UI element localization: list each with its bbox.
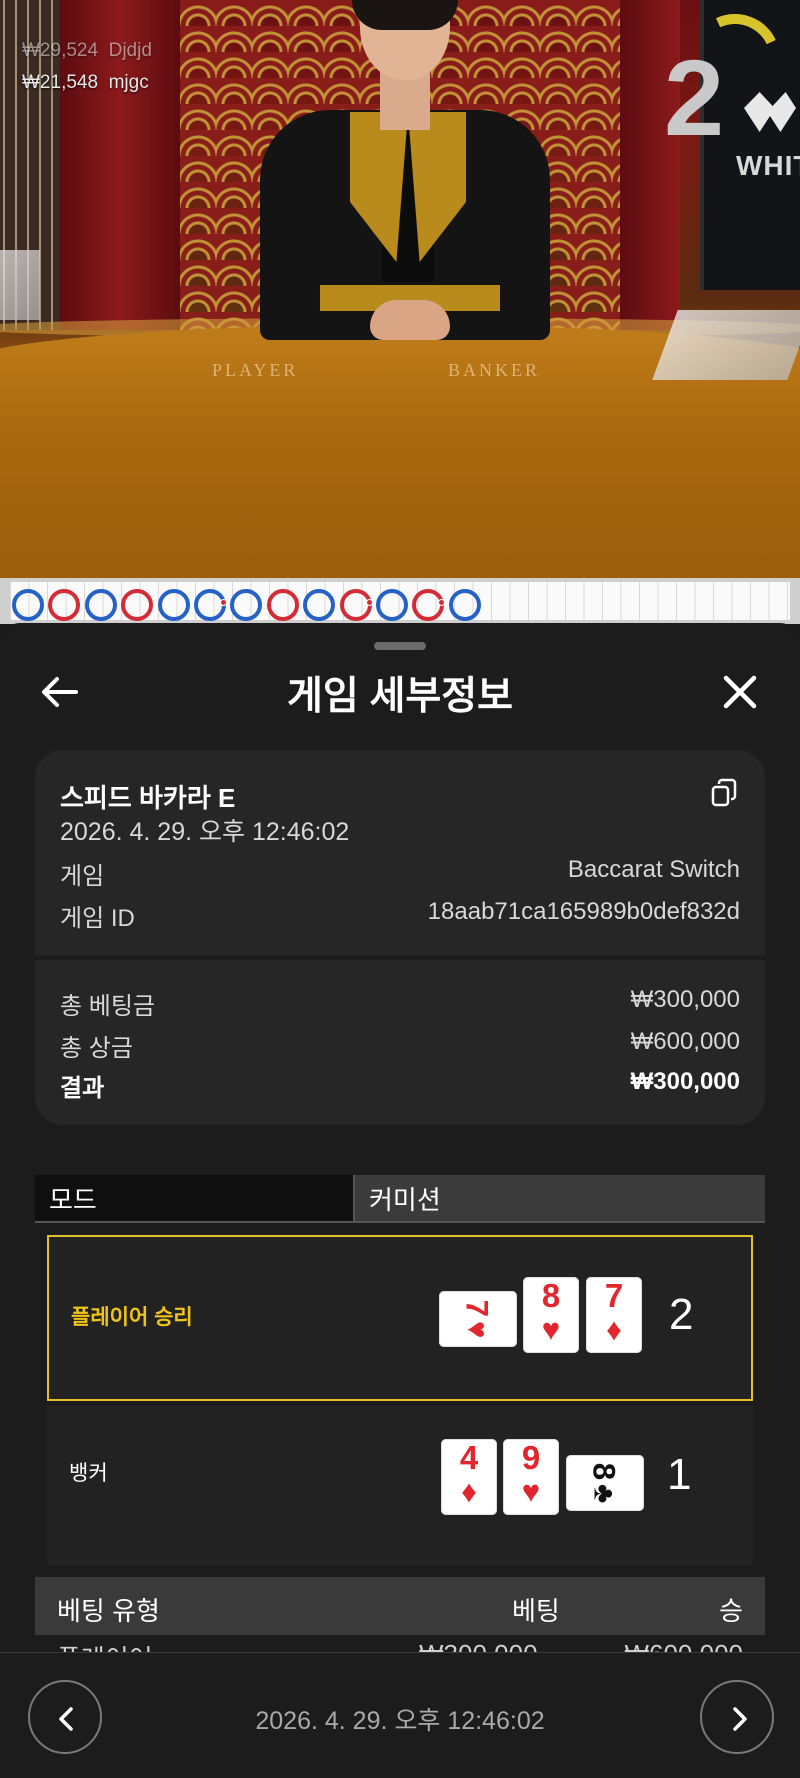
countdown-number: 2 — [664, 37, 725, 158]
card-rank: 9 — [521, 1439, 541, 1476]
copy-button[interactable] — [710, 778, 738, 808]
dealer — [260, 0, 550, 340]
pair-dot — [220, 599, 227, 606]
player-amount: ₩21,548 — [22, 72, 99, 93]
playing-card: 8 ♥ — [523, 1277, 579, 1353]
card-suit: ♦ — [606, 1312, 622, 1347]
discard-tray — [0, 250, 40, 320]
total-bet-value: ₩300,000 — [630, 986, 740, 1013]
game-type-label: 게임 — [60, 863, 105, 890]
pair-dot — [365, 599, 373, 606]
bead-result — [121, 589, 154, 621]
next-game-button[interactable] — [700, 1680, 774, 1754]
player-hand: 플레이어 승리 7 ♥ 8 ♥ 7 ♦ 2 — [47, 1235, 753, 1401]
player-score: 2 — [669, 1290, 694, 1339]
page-title: 게임 세부정보 — [286, 675, 514, 718]
chevron-right-icon — [733, 1707, 747, 1731]
player-hand-label: 플레이어 승리 — [71, 1306, 193, 1329]
total-payout-label: 총 상금 — [60, 1035, 133, 1062]
playing-card: 7 ♦ — [586, 1277, 642, 1353]
bead-result — [194, 589, 227, 621]
bead-result — [157, 589, 190, 621]
card-rank: 4 — [459, 1439, 479, 1476]
playing-card: 8 ♣ — [566, 1455, 644, 1511]
playing-card: 7 ♥ — [439, 1291, 517, 1347]
bead-result — [84, 589, 117, 621]
card-rank: 8 — [587, 1462, 623, 1481]
bead-result — [303, 589, 336, 621]
game-name: 스피드 바카라 E — [60, 783, 236, 813]
copy-icon — [711, 778, 737, 807]
close-icon — [723, 675, 757, 709]
game-info-card: 스피드 바카라 E 2026. 4. 29. 오후 12:46:02 게임 Ba… — [35, 750, 765, 955]
totals-card: 총 베팅금 ₩300,000 총 상금 ₩600,000 결과 ₩300,000 — [35, 960, 765, 1125]
table-label-banker: BANKER — [448, 360, 541, 380]
card-shoe — [652, 310, 800, 380]
bets-table-header: 베팅 유형 베팅 승 — [35, 1577, 765, 1635]
player-amount: ₩29,524 — [22, 40, 99, 61]
bead-result — [448, 589, 481, 621]
table-label-player: PLAYER — [212, 360, 299, 380]
result-label: 결과 — [60, 1075, 105, 1102]
total-bet-label: 총 베팅금 — [60, 993, 155, 1020]
playing-card: 4 ♦ — [441, 1439, 497, 1515]
banker-hand-label: 뱅커 — [69, 1462, 108, 1485]
header-bet: 베팅 — [512, 1596, 560, 1626]
tab-mode[interactable]: 모드 — [35, 1175, 353, 1221]
game-type-value: Baccarat Switch — [567, 856, 740, 883]
card-suit: ♥ — [541, 1312, 561, 1347]
bead-result — [339, 589, 373, 621]
bead-result — [376, 589, 408, 621]
total-payout-value: ₩600,000 — [630, 1028, 740, 1055]
playing-card: 9 ♥ — [503, 1439, 559, 1515]
bead-result — [266, 589, 299, 621]
header-bet-type: 베팅 유형 — [57, 1596, 160, 1626]
live-video-feed: WHIT 2 PLAYER BANKER ₩29,524 Djdjd ₩21,5… — [0, 0, 800, 578]
card-suit: ♦ — [461, 1474, 477, 1509]
card-rank: 7 — [604, 1277, 624, 1314]
player-name: mjgc — [108, 72, 149, 93]
monitor-text: WHIT — [736, 150, 800, 181]
footer-datetime: 2026. 4. 29. 오후 12:46:02 — [255, 1707, 545, 1735]
card-suit: ♣ — [588, 1483, 622, 1504]
player-feed-entry: ₩29,524 Djdjd — [22, 40, 152, 62]
banker-score: 1 — [667, 1450, 692, 1499]
bead-result — [12, 589, 44, 621]
close-button[interactable] — [720, 672, 760, 712]
card-rank: 7 — [460, 1299, 496, 1318]
card-suit: ♥ — [521, 1474, 541, 1509]
game-id-value: 18aab71ca165989b0def832d — [427, 898, 740, 925]
header-win: 승 — [719, 1596, 743, 1626]
game-id-label: 게임 ID — [60, 905, 135, 932]
card-rank: 8 — [541, 1277, 561, 1314]
tab-commission[interactable]: 커미션 — [353, 1175, 765, 1221]
banker-hand: 뱅커 4 ♦ 9 ♥ 8 ♣ 1 — [47, 1405, 753, 1565]
game-datetime: 2026. 4. 29. 오후 12:46:02 — [60, 818, 350, 846]
sheet-drag-handle[interactable] — [374, 642, 426, 650]
player-name: Djdjd — [108, 40, 152, 61]
player-feed-entry: ₩21,548 mjgc — [22, 72, 149, 94]
detail-tabs: 모드 커미션 — [35, 1175, 765, 1223]
card-suit: ♥ — [461, 1320, 495, 1339]
result-value: ₩300,000 — [630, 1068, 740, 1095]
